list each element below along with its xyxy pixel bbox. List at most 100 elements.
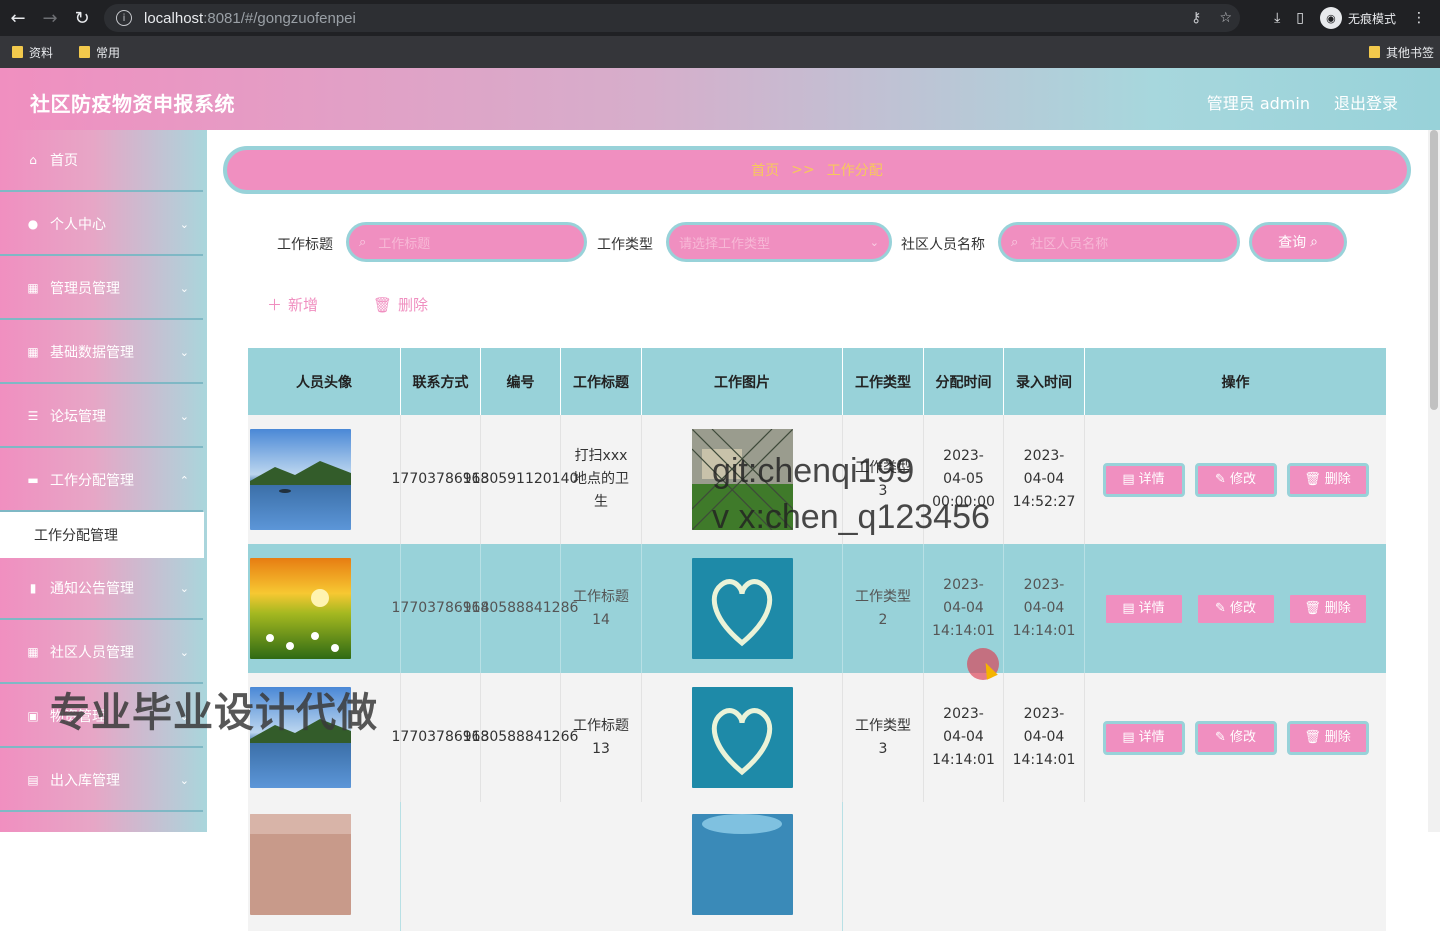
col-image: 工作图片 — [642, 348, 843, 415]
document-icon: ▤ — [1122, 472, 1135, 487]
chevron-down-icon: ⌄ — [179, 217, 189, 231]
entry-time-cell: 2023-04-04 14:52:27 — [1004, 415, 1085, 544]
type-filter-select[interactable]: 请选择工作类型 ⌄ — [666, 222, 892, 262]
ops-cell: ▤ 详情 ✎ 修改 🗑 删除 — [1085, 415, 1386, 544]
forward-icon[interactable]: → — [36, 4, 64, 32]
code-cell: 1680591120140 — [463, 415, 578, 544]
avatar-cell — [248, 415, 401, 544]
sidebar-item-forum[interactable]: ☰ 论坛管理 ⌄ — [0, 386, 203, 448]
entry-time-cell: 2023-04-04 14:14:01 — [1004, 544, 1085, 673]
col-ops: 操作 — [1221, 374, 1250, 391]
chevron-down-icon: ⌄ — [179, 773, 189, 787]
sidebar-item-inout[interactable]: ▤ 出入库管理 ⌄ — [0, 750, 203, 812]
breadcrumb-separator: >> — [791, 162, 815, 178]
back-icon[interactable]: ← — [4, 4, 32, 32]
sidebar-item-work[interactable]: ▬ 工作分配管理 ⌃ — [0, 450, 203, 512]
sidebar-item-profile[interactable]: ● 个人中心 ⌄ — [0, 194, 203, 256]
table-row: 17703786913 1680588841266 工作标题13 工作类型3 2… — [248, 673, 1386, 802]
assign-time-cell: 2023-04-04 14:14:01 — [924, 673, 1004, 802]
detail-button[interactable]: ▤ 详情 — [1102, 462, 1185, 497]
browser-toolbar: ← → ↻ i localhost:8081/#/gongzuofenpei ⚷… — [0, 0, 1440, 36]
title-filter-input[interactable]: ⌕ 工作标题 — [346, 222, 587, 262]
ops-cell: ▤ 详情 ✎ 修改 🗑 删除 — [1085, 673, 1386, 802]
edit-button[interactable]: ✎ 修改 — [1194, 720, 1277, 755]
detail-button[interactable]: ▤ 详情 — [1102, 720, 1185, 755]
home-icon: ⌂ — [29, 153, 37, 167]
bookmark-folder[interactable]: 常用 — [79, 44, 120, 61]
other-bookmarks[interactable]: 其他书签 — [1368, 44, 1434, 61]
trash-icon: 🗑 — [1304, 472, 1321, 487]
grid-icon: ▦ — [27, 645, 39, 659]
delete-button[interactable]: 🗑 删除 — [1286, 462, 1369, 497]
col-phone: 联系方式 — [401, 348, 481, 415]
folder-icon — [79, 46, 91, 58]
pencil-icon: ✎ — [1215, 472, 1226, 487]
download-icon[interactable]: ⤓ — [1274, 10, 1280, 26]
batch-delete-button[interactable]: 🗑 删除 — [373, 294, 428, 315]
detail-button[interactable]: ▤ 详情 — [1102, 591, 1185, 626]
name-filter-input[interactable]: ⌕ 社区人员名称 — [998, 222, 1240, 262]
edit-button[interactable]: ✎ 修改 — [1194, 591, 1277, 626]
avatar-image[interactable] — [250, 429, 351, 530]
sidebar-item-admins[interactable]: ▦ 管理员管理 ⌄ — [0, 258, 203, 320]
table-header: 人员头像 联系方式 编号 工作标题 工作图片 工作类型 分配时间 录入时间 操作 — [248, 348, 1386, 415]
title-cell: 工作标题13 — [561, 673, 642, 802]
key-icon[interactable]: ⚷ — [1191, 10, 1201, 26]
star-icon[interactable]: ☆ — [1219, 10, 1232, 26]
document-icon: ▤ — [1122, 730, 1135, 745]
avatar-image[interactable] — [250, 814, 351, 915]
document-icon: ▤ — [1122, 601, 1135, 616]
menu-icon[interactable]: ⋮ — [1412, 10, 1426, 26]
pencil-icon: ✎ — [1215, 730, 1226, 745]
sidebar-item-notice[interactable]: ▮ 通知公告管理 ⌄ — [0, 558, 203, 620]
sidebar-item-residents[interactable]: ▦ 社区人员管理 ⌄ — [0, 622, 203, 684]
incognito-badge[interactable]: ◉ 无痕模式 — [1319, 7, 1396, 29]
breadcrumb-home[interactable]: 首页 — [751, 160, 779, 180]
address-bar[interactable]: i localhost:8081/#/gongzuofenpei ⚷ ☆ — [104, 4, 1240, 32]
sidebar-item-basedata[interactable]: ▦ 基础数据管理 ⌄ — [0, 322, 203, 384]
query-button[interactable]: 查询 ⌕ — [1249, 222, 1347, 262]
col-entry-time: 录入时间 — [1004, 348, 1085, 415]
monitor-icon: ▬ — [27, 473, 39, 487]
name-filter-label: 社区人员名称 — [901, 237, 985, 253]
admin-label: 管理员 admin — [1206, 94, 1310, 113]
search-bar: 工作标题 ⌕ 工作标题 工作类型 请选择工作类型 ⌄ 社区人员名称 ⌕ 社区人员名称 … — [207, 220, 1428, 264]
avatar-image[interactable] — [250, 558, 351, 659]
delete-button[interactable]: 🗑 删除 — [1286, 720, 1369, 755]
watermark-banner: 专业毕业设计代做 — [50, 690, 378, 736]
bookmarks-bar: 资料 常用 其他书签 — [0, 36, 1440, 68]
sidebar-subitem-work[interactable]: 工作分配管理 — [0, 512, 204, 558]
search-icon: ⌕ — [1011, 234, 1019, 250]
clipboard-icon: ▤ — [27, 773, 39, 787]
work-image-cell — [642, 544, 843, 673]
search-icon: ⌕ — [359, 234, 367, 250]
sidepanel-icon[interactable]: ▯ — [1296, 10, 1304, 26]
type-cell: 工作类型3 — [843, 673, 924, 802]
avatar-cell — [248, 544, 401, 673]
delete-button[interactable]: 🗑 删除 — [1286, 591, 1369, 626]
edit-button[interactable]: ✎ 修改 — [1194, 462, 1277, 497]
reload-icon[interactable]: ↻ — [68, 4, 96, 32]
type-filter-label: 工作类型 — [597, 237, 653, 253]
add-button[interactable]: ＋新增 — [267, 294, 318, 315]
avatar-cell — [248, 802, 401, 931]
col-avatar: 人员头像 — [248, 348, 401, 415]
bookmark-folder[interactable]: 资料 — [12, 44, 53, 61]
trash-icon: 🗑 — [1304, 601, 1321, 616]
scrollbar-thumb[interactable] — [1430, 130, 1438, 410]
table-row: 17703786914 1680588841286 工作标题14 工作类型2 2… — [248, 544, 1386, 673]
work-image[interactable] — [691, 558, 793, 659]
info-icon[interactable]: i — [116, 10, 132, 26]
page-scrollbar[interactable] — [1428, 130, 1440, 832]
incognito-icon: ◉ — [1319, 7, 1342, 29]
chart-icon: ▮ — [29, 581, 37, 595]
col-assign-time: 分配时间 — [924, 348, 1004, 415]
app-header: 社区防疫物资申报系统 管理员 admin 退出登录 — [0, 68, 1440, 130]
work-image[interactable] — [691, 814, 793, 915]
work-image[interactable] — [691, 687, 793, 788]
table-row — [248, 802, 1386, 931]
logout-link[interactable]: 退出登录 — [1334, 90, 1398, 114]
code-cell: 1680588841286 — [463, 544, 578, 673]
url-text: localhost:8081/#/gongzuofenpei — [144, 9, 356, 27]
sidebar-item-home[interactable]: ⌂ 首页 — [0, 130, 203, 192]
